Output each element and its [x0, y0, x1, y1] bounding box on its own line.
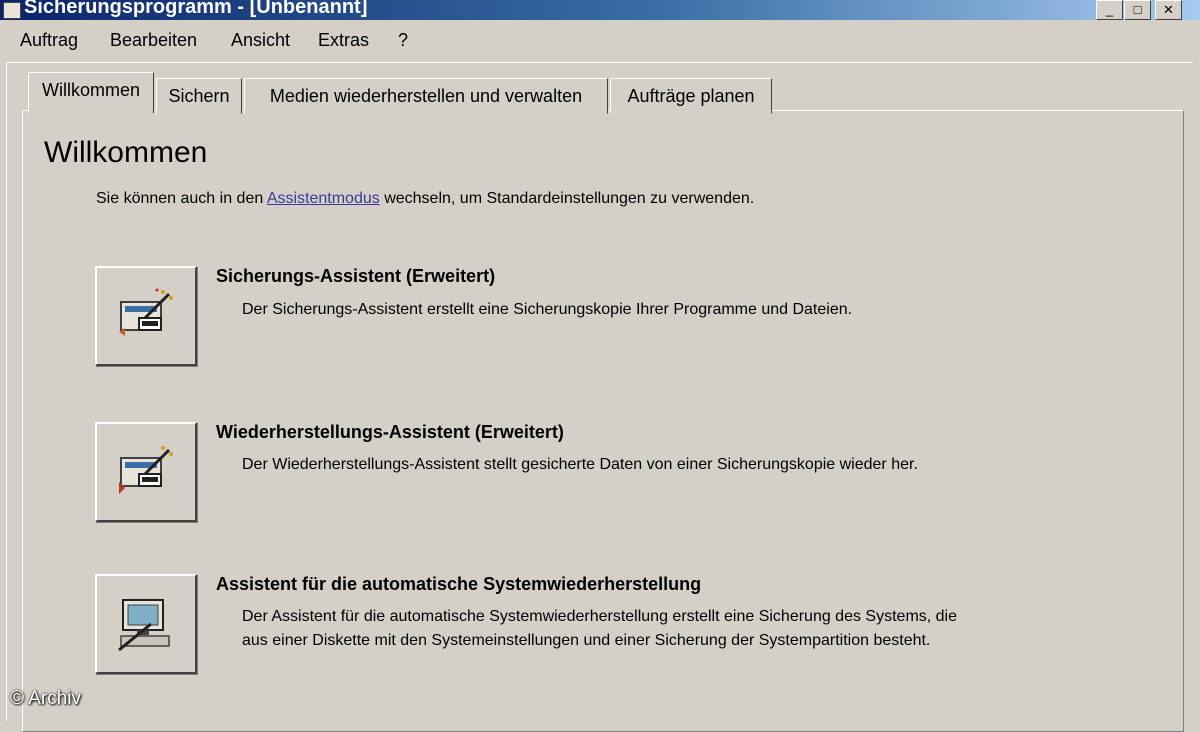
tab-willkommen[interactable]: Willkommen	[28, 72, 154, 113]
copyright-watermark: © Archiv	[10, 688, 82, 709]
description-line: Der Wiederherstellungs-Assistent stellt …	[242, 456, 918, 473]
menu-extras[interactable]: Extras	[318, 30, 369, 51]
intro-text: Sie können auch in den Assistentmodus we…	[96, 190, 754, 208]
intro-text-after: wechseln, um Standardeinstellungen zu ve…	[379, 190, 755, 207]
description-line: Der Assistent für die automatische Syste…	[242, 608, 958, 625]
window-title: Sicherungsprogramm - [Unbenannt]	[24, 0, 368, 18]
tab-auftraege-planen[interactable]: Aufträge planen	[610, 78, 772, 114]
backup-wizard-icon	[119, 288, 173, 336]
menu-bar: Auftrag Bearbeiten Ansicht Extras ?	[0, 24, 1200, 58]
system-recovery-wizard-icon	[118, 599, 170, 652]
system-recovery-wizard-button[interactable]	[95, 574, 197, 674]
intro-text-before: Sie können auch in den	[96, 190, 267, 207]
system-recovery-wizard-description: Der Assistent für die automatische Syste…	[242, 605, 957, 653]
restore-wizard-icon	[119, 446, 173, 494]
description-line: Der Sicherungs-Assistent erstellt eine S…	[242, 301, 853, 318]
tab-sichern[interactable]: Sichern	[156, 78, 242, 114]
tab-medien-wiederherstellen[interactable]: Medien wiederherstellen und verwalten	[244, 78, 608, 114]
maximize-button[interactable]: □	[1124, 0, 1151, 20]
close-button[interactable]: ✕	[1155, 0, 1182, 20]
backup-wizard-button[interactable]	[95, 266, 197, 366]
minimize-button[interactable]: _	[1096, 0, 1123, 20]
menu-help[interactable]: ?	[398, 30, 408, 51]
wizard-mode-link[interactable]: Assistentmodus	[267, 190, 380, 207]
backup-wizard-title[interactable]: Sicherungs-Assistent (Erweitert)	[216, 266, 495, 287]
page-title: Willkommen	[44, 136, 208, 169]
backup-wizard-description: Der Sicherungs-Assistent erstellt eine S…	[242, 298, 852, 322]
app-icon	[3, 2, 21, 19]
description-line: aus einer Diskette mit den Systemeinstel…	[242, 632, 931, 649]
menu-auftrag[interactable]: Auftrag	[20, 30, 78, 51]
system-recovery-wizard-title[interactable]: Assistent für die automatische Systemwie…	[216, 574, 701, 595]
restore-wizard-description: Der Wiederherstellungs-Assistent stellt …	[242, 453, 918, 477]
menu-ansicht[interactable]: Ansicht	[231, 30, 290, 51]
menu-bearbeiten[interactable]: Bearbeiten	[110, 30, 197, 51]
restore-wizard-title[interactable]: Wiederherstellungs-Assistent (Erweitert)	[216, 422, 564, 443]
restore-wizard-button[interactable]	[95, 422, 197, 522]
title-bar[interactable]: Sicherungsprogramm - [Unbenannt] _ □ ✕	[0, 0, 1200, 20]
